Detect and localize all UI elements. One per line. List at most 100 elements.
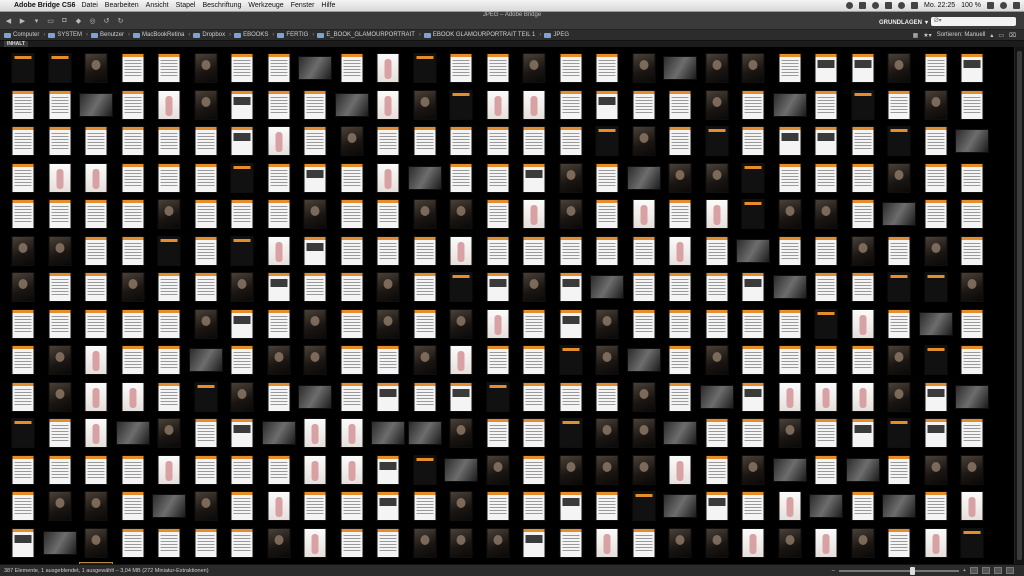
thumbnail-cell[interactable] bbox=[954, 269, 991, 306]
thumbnail-cell[interactable] bbox=[845, 342, 882, 379]
thumbnail-cell[interactable] bbox=[261, 415, 298, 452]
thumbnail-cell[interactable] bbox=[42, 452, 79, 489]
thumbnail-cell[interactable] bbox=[553, 160, 590, 197]
thumbnail-cell[interactable] bbox=[589, 123, 626, 160]
thumbnail-cell[interactable] bbox=[443, 87, 480, 124]
thumbnail-cell[interactable] bbox=[407, 342, 444, 379]
thumbnail-cell[interactable] bbox=[735, 488, 772, 525]
thumbnail-cell[interactable] bbox=[151, 342, 188, 379]
thumbnail-cell[interactable] bbox=[115, 50, 152, 87]
time-machine-icon[interactable] bbox=[872, 2, 879, 9]
thumbnail-cell[interactable] bbox=[735, 87, 772, 124]
breadcrumb-item[interactable]: EBOOKS › bbox=[234, 32, 274, 38]
thumbnail-cell[interactable] bbox=[881, 87, 918, 124]
thumbnail-cell[interactable] bbox=[954, 233, 991, 270]
thumbnail-cell[interactable] bbox=[845, 87, 882, 124]
thumbnail-cell[interactable] bbox=[480, 87, 517, 124]
screen-icon[interactable] bbox=[859, 2, 866, 9]
thumbnail-cell[interactable] bbox=[918, 87, 955, 124]
thumbnail-cell[interactable] bbox=[881, 488, 918, 525]
thumbnail-cell[interactable] bbox=[735, 452, 772, 489]
thumbnail-cell[interactable] bbox=[297, 488, 334, 525]
breadcrumb-item[interactable]: SYSTEM › bbox=[48, 32, 88, 38]
thumbnail-cell[interactable] bbox=[42, 342, 79, 379]
thumbnail-cell[interactable] bbox=[42, 160, 79, 197]
thumbnail-cell[interactable] bbox=[188, 87, 225, 124]
thumbnail-cell[interactable] bbox=[334, 379, 371, 416]
thumbnail-cell[interactable] bbox=[918, 123, 955, 160]
thumbnail-cell[interactable] bbox=[699, 415, 736, 452]
zoom-out-icon[interactable]: – bbox=[832, 568, 835, 574]
thumbnail-cell[interactable] bbox=[261, 87, 298, 124]
thumbnail-cell[interactable] bbox=[443, 233, 480, 270]
thumbnail-cell[interactable] bbox=[115, 233, 152, 270]
menu-werkzeuge[interactable]: Werkzeuge bbox=[248, 2, 283, 9]
thumbnail-cell[interactable] bbox=[699, 196, 736, 233]
breadcrumb-item[interactable]: Dropbox › bbox=[193, 32, 231, 38]
thumbnail-cell[interactable] bbox=[918, 342, 955, 379]
thumbnail-cell[interactable] bbox=[516, 160, 553, 197]
thumbnail-cell[interactable] bbox=[78, 123, 115, 160]
thumbnail-cell[interactable] bbox=[480, 233, 517, 270]
workspace-switcher[interactable]: GRUNDLAGEN ▾ bbox=[879, 19, 928, 27]
thumbnail-cell[interactable] bbox=[516, 196, 553, 233]
thumbnail-cell[interactable] bbox=[699, 87, 736, 124]
thumbnail-cell[interactable] bbox=[881, 452, 918, 489]
thumbnail-cell[interactable] bbox=[78, 342, 115, 379]
thumbnail-cell[interactable] bbox=[151, 452, 188, 489]
thumbnail-cell[interactable] bbox=[224, 196, 261, 233]
content-panel[interactable] bbox=[0, 47, 1014, 564]
thumbnail-cell[interactable] bbox=[881, 50, 918, 87]
thumbnail-cell[interactable] bbox=[78, 488, 115, 525]
thumbnail-cell[interactable] bbox=[188, 123, 225, 160]
view-thumbnails-icon[interactable] bbox=[982, 567, 990, 574]
thumbnail-cell[interactable] bbox=[918, 415, 955, 452]
thumbnail-cell[interactable] bbox=[699, 160, 736, 197]
thumbnail-cell[interactable] bbox=[5, 50, 42, 87]
thumbnail-cell[interactable] bbox=[261, 306, 298, 343]
thumbnail-cell[interactable] bbox=[918, 196, 955, 233]
breadcrumb-item[interactable]: JPEG bbox=[544, 32, 569, 38]
view-list-icon[interactable] bbox=[1006, 567, 1014, 574]
thumbnail-cell[interactable] bbox=[443, 415, 480, 452]
thumbnail-cell[interactable] bbox=[589, 379, 626, 416]
thumbnail-cell[interactable] bbox=[553, 306, 590, 343]
thumbnail-cell[interactable] bbox=[42, 379, 79, 416]
thumbnail-cell[interactable] bbox=[443, 342, 480, 379]
thumbnail-cell[interactable] bbox=[626, 488, 663, 525]
thumbnail-cell[interactable] bbox=[699, 342, 736, 379]
rotate-left-icon[interactable]: ↺ bbox=[101, 16, 112, 25]
menu-datei[interactable]: Datei bbox=[81, 2, 97, 9]
thumbnail-cell[interactable] bbox=[735, 50, 772, 87]
thumbnail-cell[interactable] bbox=[5, 269, 42, 306]
thumbnail-cell[interactable] bbox=[735, 233, 772, 270]
thumbnail-cell[interactable] bbox=[297, 452, 334, 489]
thumbnail-cell[interactable] bbox=[407, 488, 444, 525]
thumbnail-cell[interactable] bbox=[626, 525, 663, 562]
thumbnail-cell[interactable] bbox=[626, 452, 663, 489]
thumbnail-cell[interactable] bbox=[370, 196, 407, 233]
thumbnail-cell[interactable] bbox=[662, 452, 699, 489]
thumbnail-cell[interactable] bbox=[443, 525, 480, 562]
thumbnail-cell[interactable] bbox=[370, 342, 407, 379]
thumbnail-cell[interactable] bbox=[42, 306, 79, 343]
thumbnail-cell[interactable] bbox=[334, 233, 371, 270]
thumbnail-cell[interactable] bbox=[516, 488, 553, 525]
thumbnail-cell[interactable] bbox=[626, 415, 663, 452]
thumbnail-cell[interactable] bbox=[115, 196, 152, 233]
thumbnail-cell[interactable] bbox=[297, 525, 334, 562]
thumbnail-cell[interactable] bbox=[845, 452, 882, 489]
thumbnail-cell[interactable] bbox=[297, 342, 334, 379]
thumbnail-cell[interactable] bbox=[443, 50, 480, 87]
thumbnail-cell[interactable] bbox=[553, 342, 590, 379]
thumbnail-cell[interactable] bbox=[188, 379, 225, 416]
thumbnail-cell[interactable] bbox=[626, 342, 663, 379]
thumbnail-cell[interactable] bbox=[261, 123, 298, 160]
thumbnail-cell[interactable] bbox=[151, 525, 188, 562]
breadcrumb-item[interactable]: EBOOK GLAMOURPORTRAIT TEIL 1 › bbox=[423, 32, 541, 38]
thumbnail-cell[interactable] bbox=[772, 415, 809, 452]
thumbnail-cell[interactable] bbox=[370, 306, 407, 343]
thumbnail-cell[interactable] bbox=[188, 488, 225, 525]
thumbnail-cell[interactable] bbox=[772, 452, 809, 489]
thumbnail-cell[interactable] bbox=[224, 379, 261, 416]
